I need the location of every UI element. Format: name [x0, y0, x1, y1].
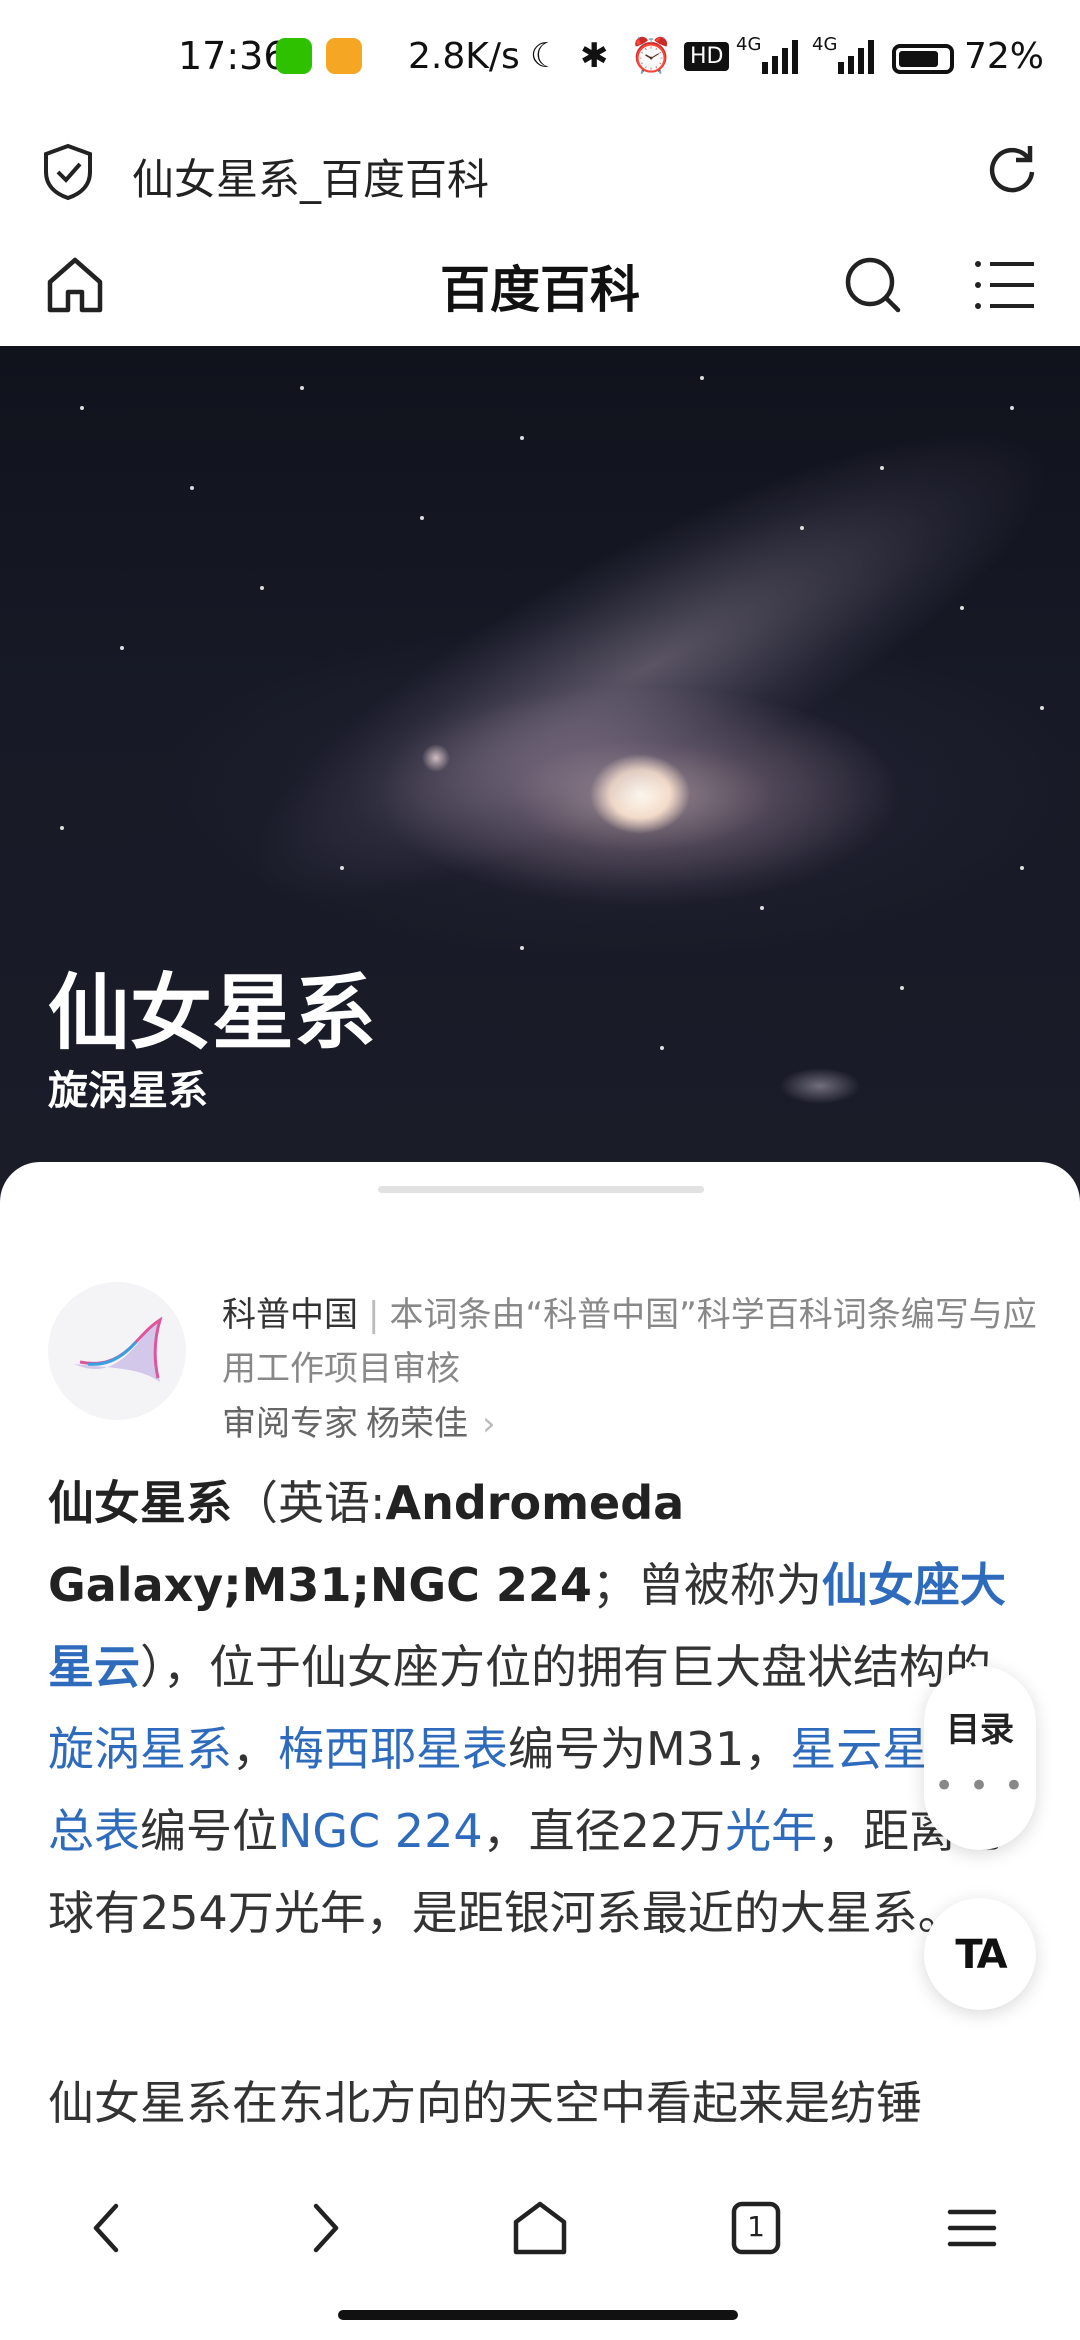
source-card[interactable]: 科普中国 | 本词条由“科普中国”科学百科词条编写与应用工作项目审核 审阅专家 杨荣佳…	[48, 1272, 1038, 1462]
battery-percent: 72%	[964, 36, 1045, 77]
home-indicator[interactable]	[338, 2310, 738, 2320]
source-org[interactable]: 科普中国	[222, 1295, 358, 1335]
browser-menu-icon[interactable]	[934, 2190, 1010, 2266]
forward-icon[interactable]	[286, 2190, 362, 2266]
signal-icon-2	[838, 40, 874, 74]
signal-icon	[762, 40, 798, 74]
browser-bottom-nav: 1	[0, 2170, 1080, 2340]
source-description: 科普中国 | 本词条由“科普中国”科学百科词条编写与应用工作项目审核	[222, 1295, 1037, 1389]
tab-count: 1	[747, 2210, 765, 2243]
reviewer-label: 审阅专家	[222, 1404, 358, 1444]
more-dots-icon: • • •	[934, 1766, 1026, 1806]
reload-icon[interactable]	[982, 140, 1042, 200]
battery-icon	[892, 44, 954, 74]
link-messier-catalog[interactable]: 梅西耶星表	[278, 1722, 508, 1776]
site-brand[interactable]: 百度百科	[0, 250, 1080, 322]
hd-badge: HD	[684, 42, 730, 71]
hero-subtitle: 旋涡星系	[48, 1068, 208, 1114]
status-time: 17:36	[178, 34, 288, 78]
tabs-button[interactable]: 1	[718, 2190, 794, 2266]
app-notification-icon	[326, 38, 362, 74]
alarm-icon: ⏰	[630, 36, 673, 76]
font-size-button[interactable]: TA	[924, 1898, 1036, 2010]
hero-galaxy-image[interactable]: 仙女星系 旋涡星系	[0, 346, 1080, 1206]
font-size-label: TA	[955, 1932, 1007, 1978]
site-header: 百度百科	[0, 228, 1080, 346]
table-of-contents-button[interactable]: 目录 • • •	[924, 1666, 1036, 1850]
reviewer-name: 杨荣佳	[366, 1404, 468, 1444]
link-ngc-224[interactable]: NGC 224	[278, 1804, 483, 1858]
article-term: 仙女星系	[48, 1476, 232, 1530]
galaxy-disk	[196, 348, 1080, 984]
page-title[interactable]: 仙女星系_百度百科	[132, 146, 489, 207]
security-shield-icon[interactable]	[40, 142, 96, 202]
menu-icon[interactable]	[972, 254, 1038, 316]
browser-url-bar[interactable]: 仙女星系_百度百科	[0, 118, 1080, 228]
link-spiral-galaxy[interactable]: 旋涡星系	[48, 1722, 232, 1776]
link-light-year[interactable]: 光年	[725, 1804, 817, 1858]
reviewer-link[interactable]: 审阅专家 杨荣佳 ›	[222, 1396, 496, 1445]
toc-label: 目录	[946, 1710, 1014, 1750]
status-bar: 17:36 2.8K/s ☾ ✱ ⏰ HD 4G 4G 72%	[0, 0, 1080, 118]
drag-handle[interactable]	[378, 1186, 704, 1193]
home-nav-icon[interactable]	[502, 2190, 578, 2266]
search-icon[interactable]	[840, 252, 906, 318]
wechat-notification-icon	[276, 38, 312, 74]
network-speed: 2.8K/s	[408, 36, 520, 77]
article-paragraph: 仙女星系（英语:Andromeda Galaxy;M31;NGC 224；曾被称…	[48, 1476, 1021, 1940]
content-sheet: 科普中国 | 本词条由“科普中国”科学百科词条编写与应用工作项目审核 审阅专家 杨荣佳…	[0, 1162, 1080, 2170]
back-icon[interactable]	[70, 2190, 146, 2266]
kepu-china-logo	[48, 1282, 186, 1420]
hero-title: 仙女星系	[48, 966, 377, 1061]
article-paragraph-2: 仙女星系在东北方向的天空中看起来是纺锤	[48, 2076, 922, 2130]
bluetooth-icon: ✱	[580, 36, 609, 76]
chevron-right-icon: ›	[482, 1404, 496, 1444]
do-not-disturb-icon: ☾	[530, 36, 561, 76]
